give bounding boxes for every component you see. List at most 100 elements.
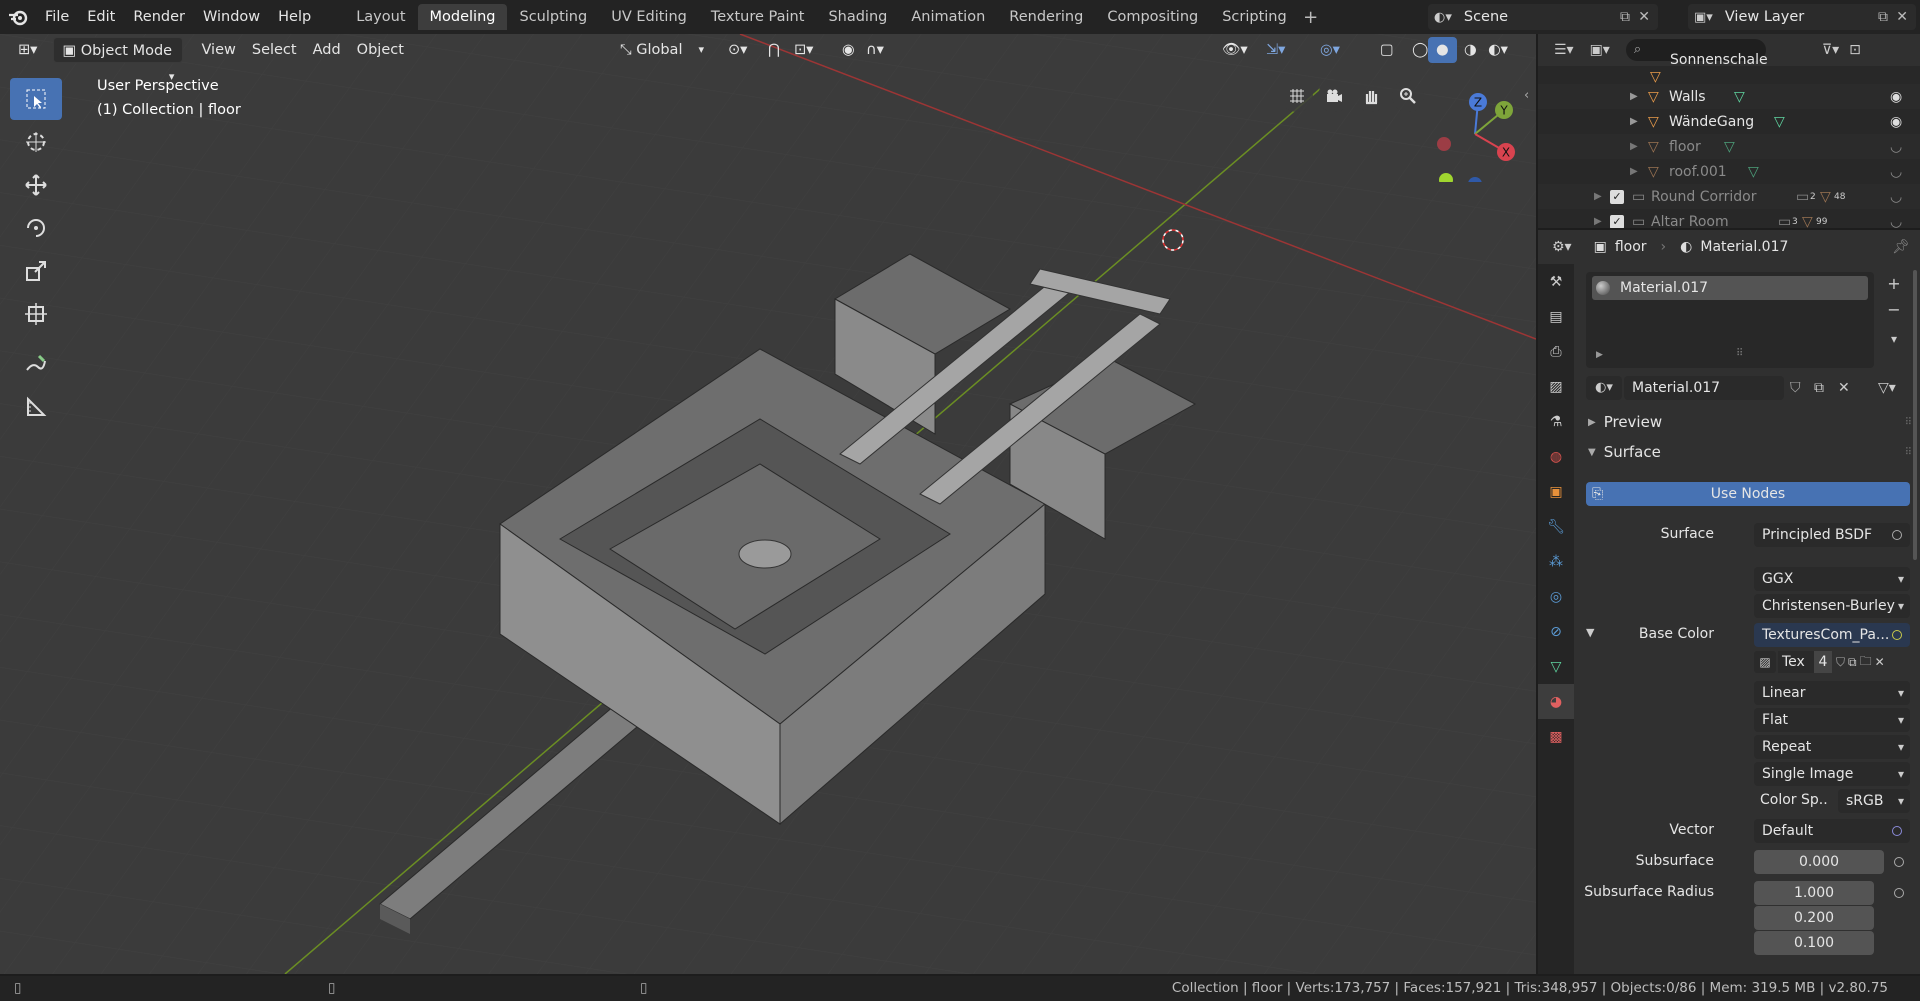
object-tab-icon[interactable]: ▣	[1538, 474, 1574, 509]
new-scene-icon[interactable]: ⧉	[1620, 9, 1630, 25]
toggle-grid-icon[interactable]	[1281, 80, 1313, 112]
display-mode-icon[interactable]: ▣▾	[1590, 42, 1610, 58]
menu-select[interactable]: Select	[244, 37, 305, 63]
expand-arrow-icon[interactable]: ▶	[1594, 191, 1602, 202]
subsurface-radius-z[interactable]: 0.100	[1754, 931, 1874, 955]
measure-tool-icon[interactable]	[10, 386, 62, 428]
menu-file[interactable]: File	[36, 0, 78, 34]
annotate-tool-icon[interactable]	[10, 343, 62, 385]
particles-tab-icon[interactable]: ⁂	[1538, 544, 1574, 579]
expand-arrow-icon[interactable]: ▶	[1630, 141, 1638, 152]
collection-checkbox[interactable]: ✓	[1610, 214, 1624, 228]
material-name-field[interactable]: Material.017	[1624, 376, 1784, 400]
outliner-row[interactable]: ▶ ▽ WändeGang ▽ ◉	[1538, 109, 1920, 134]
scene-selector[interactable]: ◐▾ Scene ⧉ ✕	[1428, 4, 1658, 30]
visibility-icon[interactable]: 👁▾	[1214, 37, 1256, 63]
hidden-eye-icon[interactable]: ◡	[1890, 164, 1902, 180]
tool-tab-icon[interactable]: ⚒	[1538, 264, 1574, 299]
scene-tab-icon[interactable]: ⚗	[1538, 404, 1574, 439]
rendered-shading-icon[interactable]: ◐▾	[1480, 37, 1516, 63]
list-resize-handle[interactable]: ⠿	[1736, 348, 1743, 359]
panel-drag-handle[interactable]: ⠿	[1905, 417, 1912, 428]
view-layer-selector[interactable]: ▣▾ View Layer ⧉ ✕	[1688, 4, 1916, 30]
mesh-data-tab-icon[interactable]: ▽	[1538, 649, 1574, 684]
fake-user-icon[interactable]: ⛉	[1790, 380, 1801, 396]
distribution-dropdown[interactable]: GGX ▾	[1754, 567, 1910, 591]
gizmo-toggle-icon[interactable]: ⇲▾	[1258, 37, 1293, 63]
solid-shading-icon[interactable]: ●	[1428, 37, 1457, 63]
add-slot-button[interactable]: +	[1882, 274, 1906, 296]
expand-arrow-icon[interactable]: ▶	[1630, 116, 1638, 127]
socket-icon[interactable]	[1894, 888, 1904, 898]
link-type-icon[interactable]: ▽▾	[1878, 380, 1896, 396]
render-tab-icon[interactable]: ▤	[1538, 299, 1574, 334]
delete-view-layer-icon[interactable]: ✕	[1896, 9, 1908, 25]
new-view-layer-icon[interactable]: ⧉	[1878, 9, 1888, 25]
fake-user-icon[interactable]: ⛉	[1836, 655, 1845, 670]
image-browse-icon[interactable]: ▨	[1754, 651, 1776, 673]
interpolation-dropdown[interactable]: Linear ▾	[1754, 681, 1910, 705]
panel-drag-handle[interactable]: ⠿	[1905, 447, 1912, 458]
zoom-view-icon[interactable]	[1392, 80, 1424, 112]
tab-animation[interactable]: Animation	[899, 4, 997, 30]
surface-panel-header[interactable]: ▼ Surface ⠿	[1582, 440, 1918, 464]
unlink-material-icon[interactable]: ✕	[1838, 380, 1850, 396]
slot-specials-button[interactable]: ▾	[1882, 332, 1906, 354]
xray-icon[interactable]: ▢	[1372, 37, 1402, 63]
visibility-eye-icon[interactable]: ◉	[1890, 114, 1902, 130]
expand-arrow-icon[interactable]: ▶	[1630, 91, 1638, 102]
tab-scripting[interactable]: Scripting	[1210, 4, 1298, 30]
world-tab-icon[interactable]: ◍	[1538, 439, 1574, 474]
surface-shader-field[interactable]: Principled BSDF	[1754, 523, 1910, 547]
expand-arrow-icon[interactable]: ▶	[1630, 166, 1638, 177]
modifier-tab-icon[interactable]: 🔧︎	[1538, 509, 1574, 544]
outliner-row[interactable]: ▶ ▽ roof.001 ▽ ◡	[1538, 159, 1920, 184]
socket-icon[interactable]	[1894, 857, 1904, 867]
tab-modeling[interactable]: Modeling	[417, 4, 508, 30]
duplicate-material-icon[interactable]: ⧉	[1814, 380, 1824, 396]
projection-dropdown[interactable]: Flat ▾	[1754, 708, 1910, 732]
new-collection-icon[interactable]: ⊡	[1849, 42, 1861, 58]
image-source-dropdown[interactable]: Single Image ▾	[1754, 762, 1910, 786]
blender-logo-icon[interactable]	[0, 0, 36, 34]
tab-uv-editing[interactable]: UV Editing	[599, 4, 699, 30]
preview-panel-header[interactable]: ▶ Preview ⠿	[1582, 410, 1918, 434]
subsurface-value-field[interactable]: 0.000	[1754, 850, 1884, 874]
duplicate-image-icon[interactable]: ⧉	[1848, 655, 1857, 670]
subsurface-radius-x[interactable]: 1.000	[1754, 881, 1874, 905]
base-color-link-field[interactable]: TexturesCom_Pa...	[1754, 623, 1910, 647]
select-box-icon[interactable]	[10, 78, 62, 120]
tab-sculpting[interactable]: Sculpting	[507, 4, 599, 30]
color-space-dropdown[interactable]: sRGB ▾	[1838, 789, 1910, 813]
visibility-eye-icon[interactable]: ◉	[1890, 89, 1902, 105]
collection-checkbox[interactable]: ✓	[1610, 189, 1624, 204]
editor-type-button[interactable]: ⊞▾	[10, 37, 45, 63]
properties-scrollbar[interactable]	[1913, 270, 1917, 560]
tab-layout[interactable]: Layout	[344, 4, 417, 30]
use-nodes-button[interactable]: ⎘ Use Nodes	[1586, 482, 1910, 506]
properties-editor-icon[interactable]: ⚙▾	[1552, 239, 1572, 255]
tab-texture-paint[interactable]: Texture Paint	[699, 4, 817, 30]
outliner-row[interactable]: ▶ ✓ ▭ Altar Room ▭ 3 ▽ 99 ◡	[1538, 209, 1920, 228]
snap-icon[interactable]: ⋂	[760, 37, 788, 63]
sidebar-toggle-icon[interactable]: ‹	[1524, 88, 1529, 103]
menu-help[interactable]: Help	[269, 0, 320, 34]
image-users-count[interactable]: 4	[1814, 651, 1832, 673]
constraints-tab-icon[interactable]: ⊘	[1538, 614, 1574, 649]
pin-icon[interactable]: 📌︎	[1892, 239, 1910, 255]
navigation-gizmo[interactable]: Z Y X	[1428, 82, 1528, 182]
outliner-row[interactable]: ▶ ✓ ▭ Round Corridor ▭ 2 ▽ 48 ◡	[1538, 184, 1920, 209]
subsurface-method-dropdown[interactable]: Christensen-Burley ▾	[1754, 594, 1910, 618]
menu-render[interactable]: Render	[124, 0, 194, 34]
pan-view-icon[interactable]	[1355, 80, 1387, 112]
outliner-row[interactable]: ▶ ▽ Walls ▽ ◉	[1538, 84, 1920, 109]
tab-compositing[interactable]: Compositing	[1095, 4, 1210, 30]
menu-edit[interactable]: Edit	[78, 0, 124, 34]
filter-icon[interactable]: ⊽▾	[1822, 42, 1839, 58]
outliner-editor-icon[interactable]: ☰▾	[1554, 42, 1574, 58]
falloff-icon[interactable]: ∩▾	[858, 37, 892, 63]
cursor-tool-icon[interactable]	[10, 121, 62, 163]
hidden-eye-icon[interactable]: ◡	[1890, 214, 1902, 229]
move-tool-icon[interactable]	[10, 164, 62, 206]
camera-view-icon[interactable]	[1318, 80, 1350, 112]
